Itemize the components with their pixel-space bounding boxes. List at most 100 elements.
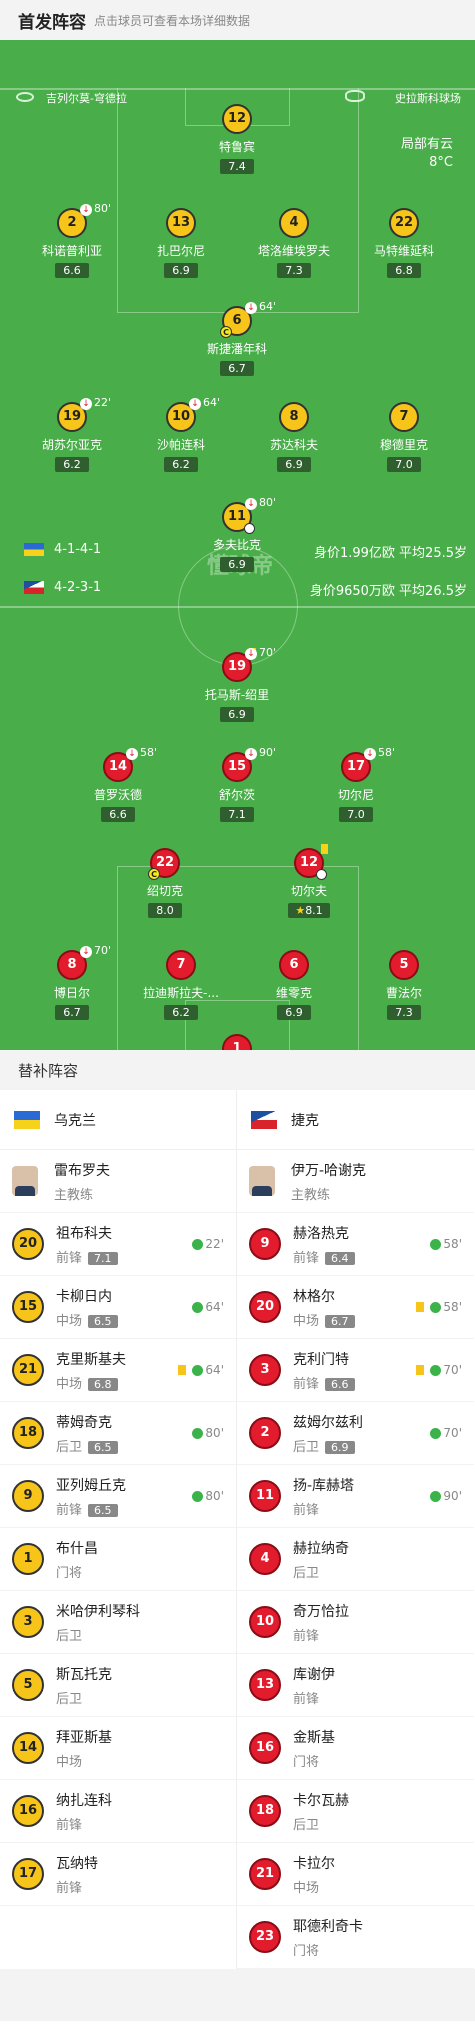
player-rating: 6.9: [325, 1440, 355, 1454]
cz-team-value: 身价9650万欧 平均26.5岁: [309, 584, 467, 599]
sub-player-row[interactable]: 3 米哈伊利琴科 后卫: [0, 1591, 236, 1654]
player-number: 17: [12, 1858, 44, 1890]
sub-player-row[interactable]: 10 奇万恰拉 前锋: [237, 1591, 474, 1654]
coach-avatar: [12, 1166, 38, 1196]
player-position: 前锋: [293, 1250, 320, 1266]
sub-player-row[interactable]: 18 卡尔瓦赫 后卫: [237, 1780, 474, 1843]
sub-player-row[interactable]: 2 兹姆尔兹利 后卫 6.9 70': [237, 1402, 474, 1465]
weather-temp: 8°C: [429, 155, 453, 170]
sub-player-row[interactable]: 13 库谢伊 前锋: [237, 1654, 474, 1717]
sub-player-row[interactable]: 20 祖布科夫 前锋 7.1 22': [0, 1213, 236, 1276]
yellow-card-icon: [416, 1302, 425, 1312]
ua-coach[interactable]: 雷布罗夫 主教练: [0, 1150, 236, 1213]
sub-player-row[interactable]: 15 卡柳日内 中场 6.5 64': [0, 1276, 236, 1339]
player-name: 祖布科夫: [56, 1225, 112, 1242]
player-rating: 7.3: [277, 263, 311, 278]
player-position: 后卫: [56, 1439, 83, 1455]
cz-player[interactable]: 12 切尔夫 ★8.1: [259, 844, 359, 918]
player-name: 塔洛维埃罗夫: [257, 244, 330, 258]
sub-off-icon: ↓: [80, 398, 92, 410]
player-rating: 6.7: [325, 1314, 355, 1328]
sub-player-row[interactable]: 21 卡拉尔 中场: [237, 1843, 474, 1906]
player-name: 布什昌: [56, 1540, 98, 1557]
sub-player-row[interactable]: 16 纳扎连科 前锋: [0, 1780, 236, 1843]
player-number: 7: [166, 950, 196, 980]
sub-player-row[interactable]: 3 克利门特 前锋 6.6 70': [237, 1339, 474, 1402]
cz-player[interactable]: 6 维零克 6.9: [244, 950, 344, 1020]
sub-player-row[interactable]: 16 金斯基 门将: [237, 1717, 474, 1780]
player-number: 15: [12, 1291, 44, 1323]
ua-player[interactable]: 22 马特维延科 6.8: [354, 208, 454, 278]
sub-player-row[interactable]: 11 扬-库赫塔 前锋 90': [237, 1465, 474, 1528]
cz-player[interactable]: 7 拉迪斯拉夫-... 6.2: [131, 950, 231, 1020]
lineup-header: 首发阵容 点击球员可查看本场详细数据: [0, 0, 475, 40]
ua-team-header[interactable]: 乌克兰: [0, 1090, 236, 1150]
player-name: 亚列姆丘克: [56, 1477, 126, 1494]
ua-team-name: 乌克兰: [54, 1112, 96, 1129]
sub-off-indicator: ↓ 64': [245, 300, 276, 314]
player-position: 门将: [293, 1754, 320, 1770]
ua-player[interactable]: 6 C ↓ 64' 斯捷潘年科 6.7: [187, 300, 287, 376]
player-name: 赫洛热克: [293, 1225, 349, 1242]
player-rating: 6.7: [220, 361, 254, 376]
sub-off-icon: ↓: [364, 748, 376, 760]
referee-name: 吉列尔莫-穹德拉: [46, 92, 127, 105]
ua-player[interactable]: 4 塔洛维埃罗夫 7.3: [244, 208, 344, 278]
sub-player-row[interactable]: 20 林格尔 中场 6.7 58': [237, 1276, 474, 1339]
ua-player[interactable]: 10 ↓ 64' 沙帕连科 6.2: [131, 396, 231, 472]
player-name: 兹姆尔兹利: [293, 1414, 363, 1431]
ua-player[interactable]: 8 苏达科夫 6.9: [244, 402, 344, 472]
cz-player[interactable]: 15 ↓ 90' 舒尔茨 7.1: [187, 746, 287, 822]
cz-player[interactable]: 14 ↓ 58' 普罗沃德 6.6: [68, 746, 168, 822]
ua-player[interactable]: 19 ↓ 22' 胡苏尔亚克 6.2: [22, 396, 122, 472]
sub-player-row[interactable]: 5 斯瓦托克 后卫: [0, 1654, 236, 1717]
cz-player[interactable]: 17 ↓ 58' 切尔尼 7.0: [306, 746, 406, 822]
cz-team-header[interactable]: 捷克: [237, 1090, 474, 1150]
sub-off-icon: ↓: [80, 946, 92, 958]
sub-off-indicator: ↓ 90': [245, 746, 276, 760]
sub-player-row[interactable]: 1 布什昌 门将: [0, 1528, 236, 1591]
ua-player[interactable]: 11 ↓ 80' 多夫比克 6.9: [187, 496, 287, 572]
player-name: 胡苏尔亚克: [41, 438, 102, 452]
sub-player-row[interactable]: 17 瓦纳特 前锋: [0, 1843, 236, 1906]
sub-on-indicator: 90': [430, 1489, 462, 1503]
sub-player-row[interactable]: 21 克里斯基夫 中场 6.8 64': [0, 1339, 236, 1402]
sub-player-row[interactable]: 23 耶德利奇卡 门将: [237, 1906, 474, 1969]
ua-player[interactable]: 7 穆德里克 7.0: [354, 402, 454, 472]
player-rating: 7.4: [220, 159, 254, 174]
sub-off-icon: ↓: [245, 498, 257, 510]
player-name: 普罗沃德: [93, 788, 142, 802]
sub-on-indicator: 22': [192, 1237, 224, 1251]
player-number: 3: [12, 1606, 44, 1638]
ua-player[interactable]: 2 ↓ 80' 科诺普利亚 6.6: [22, 202, 122, 278]
sub-off-indicator: ↓ 58': [364, 746, 395, 760]
player-position: 中场: [293, 1880, 320, 1896]
player-name: 克里斯基夫: [56, 1351, 126, 1368]
player-position: 前锋: [56, 1250, 83, 1266]
ua-player[interactable]: 12 特鲁宾 7.4: [187, 104, 287, 174]
player-rating: 6.8: [88, 1377, 118, 1391]
player-number: 18: [12, 1417, 44, 1449]
sub-player-row[interactable]: 4 赫拉纳奇 后卫: [237, 1528, 474, 1591]
player-rating: 7.0: [387, 457, 421, 472]
cz-coach[interactable]: 伊万-哈谢克 主教练: [237, 1150, 474, 1213]
cz-player[interactable]: 22 C 绍切克 8.0: [115, 848, 215, 918]
player-number: 5: [12, 1669, 44, 1701]
sub-player-row[interactable]: 14 拜亚斯基 中场: [0, 1717, 236, 1780]
sub-off-indicator: ↓ 70': [245, 646, 276, 660]
ua-player[interactable]: 13 扎巴尔尼 6.9: [131, 208, 231, 278]
sub-on-icon: [430, 1364, 442, 1376]
player-position: 门将: [56, 1565, 83, 1581]
sub-player-row[interactable]: 9 亚列姆丘克 前锋 6.5 80': [0, 1465, 236, 1528]
cz-player[interactable]: 19 ↓ 70' 托马斯-绍里 6.9: [187, 646, 287, 722]
cz-player[interactable]: 8 ↓ 70' 博日尔 6.7: [22, 944, 122, 1020]
sub-on-indicator: 70': [416, 1363, 462, 1377]
cz-player[interactable]: 1科瓦日7.0: [187, 1034, 287, 1050]
subs-section-title: 替补阵容: [0, 1050, 475, 1090]
cz-player[interactable]: 5 曹法尔 7.3: [354, 950, 454, 1020]
sub-player-row[interactable]: 18 蒂姆奇克 后卫 6.5 80': [0, 1402, 236, 1465]
player-rating: 6.6: [325, 1377, 355, 1391]
sub-off-indicator: ↓ 70': [80, 944, 111, 958]
player-rating: 6.5: [88, 1503, 118, 1517]
sub-player-row[interactable]: 9 赫洛热克 前锋 6.4 58': [237, 1213, 474, 1276]
